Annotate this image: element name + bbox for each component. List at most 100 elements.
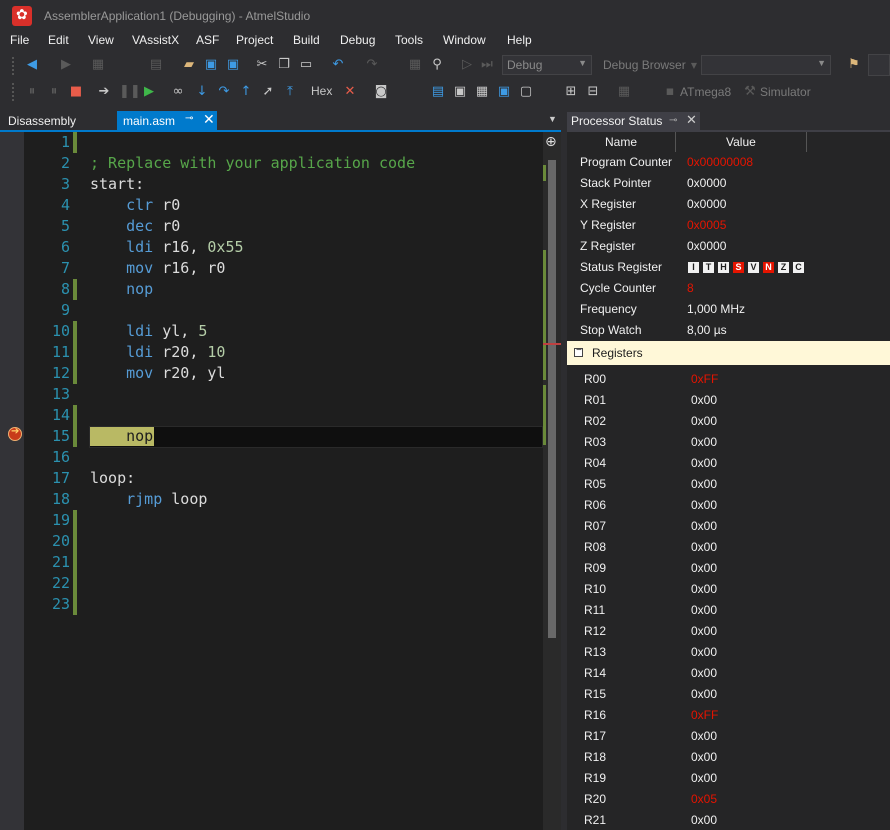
pause-execution-icon[interactable]: ❚❚ [119,84,141,100]
show-next-statement-icon[interactable]: ➔ [96,84,112,100]
device-programming-icon[interactable]: ⊞ [563,84,579,100]
save-all-icon[interactable]: ▣ [225,57,241,73]
save-icon[interactable]: ▣ [203,57,219,73]
copy-icon[interactable]: ❐ [276,57,292,73]
register-value[interactable]: 0x00 [691,603,717,617]
sreg-flag-h[interactable]: H [718,262,729,273]
register-value[interactable]: 0x00 [691,666,717,680]
undo-icon[interactable]: ↶ [330,57,346,73]
register-value[interactable]: 0x00 [691,540,717,554]
register-value[interactable]: 0x00 [691,729,717,743]
indicator-margin[interactable] [0,132,24,830]
new-project-icon[interactable]: ▦ [90,57,106,73]
toolbar-grip[interactable] [12,57,18,75]
pin-icon[interactable]: ⊸ [669,115,677,126]
run-to-cursor-icon[interactable]: ➚ [260,84,276,100]
clear-breakpoints-icon[interactable]: ✕ [342,84,358,100]
register-value[interactable]: 0x00 [691,498,717,512]
sreg-flag-s[interactable]: S [733,262,744,273]
solution-configuration-combo[interactable]: Debug ▼ [502,55,592,75]
break-all-icon[interactable]: ⏸ [24,84,40,100]
register-value[interactable]: 0x00 [691,582,717,596]
property-value[interactable]: 0x0000 [687,197,726,211]
find-icon[interactable]: ⚲ [429,57,445,73]
register-value[interactable]: 0x00 [691,561,717,575]
registers-window-icon[interactable]: ▣ [452,84,468,100]
memory-window-icon[interactable]: ▢ [518,84,534,100]
device-selection-icon[interactable]: ▦ [616,84,632,100]
step-toolbar-icon[interactable]: ⏭ [479,57,495,73]
sreg-flag-z[interactable]: Z [778,262,789,273]
processor-status-grid[interactable] [567,132,890,830]
continue-icon[interactable]: ▶ [141,84,157,100]
register-value[interactable]: 0x00 [691,645,717,659]
atmel-studio-logo-icon[interactable]: ✿ [12,6,32,26]
register-value[interactable]: 0x00 [691,750,717,764]
stop-debugging-icon[interactable]: ■ [68,84,84,100]
property-value[interactable]: 1,000 MHz [687,302,745,316]
redo-icon[interactable]: ↷ [364,57,380,73]
menu-project[interactable]: Project [236,33,273,47]
navigate-back-icon[interactable]: ◀ [24,57,40,73]
sreg-flag-i[interactable]: I [688,262,699,273]
step-into-icon[interactable]: ↓ [194,84,210,100]
register-value[interactable]: 0x00 [691,456,717,470]
close-icon[interactable]: ✕ [686,112,697,128]
search-box[interactable] [868,54,890,76]
collapse-icon[interactable]: − [574,345,583,357]
disassembly-window-icon[interactable]: ▤ [430,84,446,100]
property-value[interactable]: 8 [687,281,694,295]
cut-icon[interactable]: ✂ [254,57,270,73]
solution-explorer-icon[interactable]: ▦ [407,57,423,73]
chevron-down-icon[interactable]: ▼ [686,58,702,74]
menu-asf[interactable]: ASF [196,33,219,47]
toolbar-grip[interactable] [12,83,18,101]
device-info-icon[interactable]: ⊟ [585,84,601,100]
reset-icon[interactable]: ⤒ [282,84,298,100]
menu-edit[interactable]: Edit [48,33,69,47]
menu-debug[interactable]: Debug [340,33,375,47]
register-value[interactable]: 0x00 [691,393,717,407]
step-out-icon[interactable]: ↑ [238,84,254,100]
processor-view-icon[interactable]: ▣ [496,84,512,100]
register-value[interactable]: 0x00 [691,414,717,428]
menu-build[interactable]: Build [293,33,320,47]
pin-icon[interactable]: ⊸ [185,113,193,124]
register-value[interactable]: 0xFF [691,372,718,386]
register-value[interactable]: 0x00 [691,477,717,491]
property-value[interactable]: 0x0000 [687,176,726,190]
open-file-icon[interactable]: ▰ [181,57,197,73]
split-window-icon[interactable]: ⊕ [545,134,557,150]
sreg-flag-c[interactable]: C [793,262,804,273]
menu-help[interactable]: Help [507,33,532,47]
hex-display-toggle[interactable]: Hex [311,84,332,98]
register-value[interactable]: 0x00 [691,435,717,449]
register-value[interactable]: 0x00 [691,624,717,638]
pause-icon[interactable]: ⏸ [46,84,62,100]
disassembly-view-icon[interactable]: ∞ [170,84,186,100]
editor-scrollbar-thumb[interactable] [548,160,556,638]
property-value[interactable]: 0x0005 [687,218,726,232]
register-value[interactable]: 0x00 [691,687,717,701]
breakpoints-window-icon[interactable]: ◙ [373,84,389,100]
property-value[interactable]: 0x0000 [687,239,726,253]
step-over-icon[interactable]: ↷ [216,84,232,100]
register-value[interactable]: 0x00 [691,813,717,827]
device-label[interactable]: ATmega8 [680,85,731,99]
close-icon[interactable]: ✕ [203,111,215,128]
menu-vassistx[interactable]: VAssistX [132,33,179,47]
tab-main-asm[interactable]: main.asm ⊸ ✕ [117,111,217,131]
register-value[interactable]: 0x05 [691,792,717,806]
io-view-icon[interactable]: ▦ [474,84,490,100]
tab-overflow-icon[interactable]: ▼ [548,114,557,124]
sreg-flag-t[interactable]: T [703,262,714,273]
tool-label[interactable]: Simulator [760,85,811,99]
menu-tools[interactable]: Tools [395,33,423,47]
paste-icon[interactable]: ▭ [298,57,314,73]
code-editor[interactable] [0,132,561,830]
menu-file[interactable]: File [10,33,29,47]
register-value[interactable]: 0x00 [691,771,717,785]
find-in-files-icon[interactable]: ⚑ [846,57,862,73]
tab-disassembly[interactable]: Disassembly [8,114,76,128]
menu-window[interactable]: Window [443,33,486,47]
